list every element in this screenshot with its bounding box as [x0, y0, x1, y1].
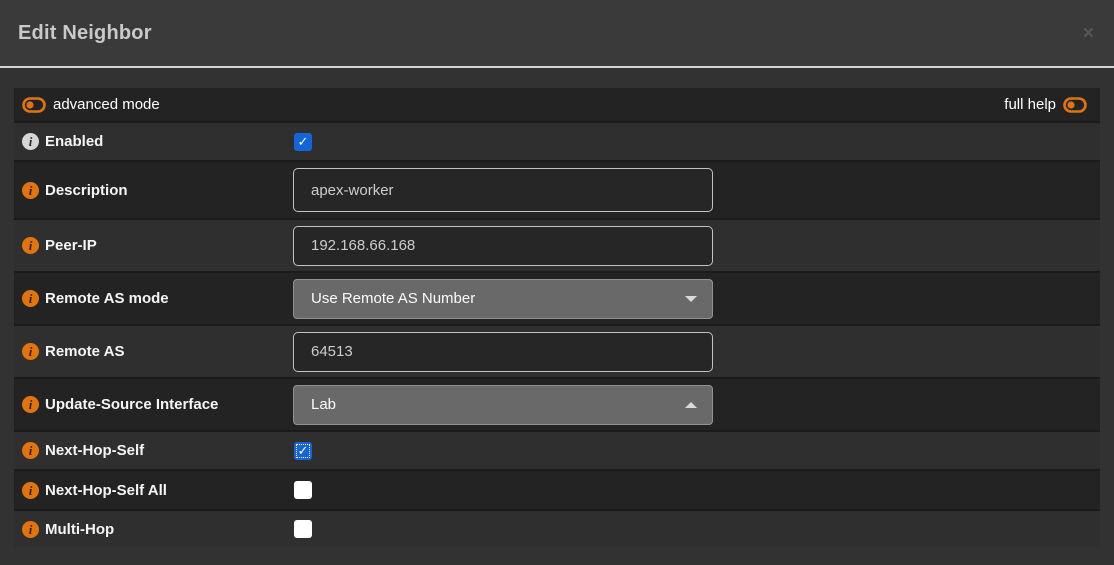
info-icon[interactable]: i	[22, 442, 39, 459]
info-icon[interactable]: i	[22, 343, 39, 360]
field-label-next-hop-self: Next-Hop-Self	[45, 442, 144, 459]
next-hop-self-all-checkbox[interactable]	[294, 481, 312, 499]
info-icon[interactable]: i	[22, 521, 39, 538]
form-row-peer-ip: i Peer-IP	[14, 220, 1100, 273]
field-label-description: Description	[45, 182, 128, 199]
page-title: Edit Neighbor	[18, 22, 152, 45]
info-icon[interactable]: i	[22, 237, 39, 254]
field-label-remote-as-mode: Remote AS mode	[45, 290, 169, 307]
info-icon[interactable]: i	[22, 482, 39, 499]
field-label-peer-ip: Peer-IP	[45, 237, 97, 254]
close-icon[interactable]: ×	[1083, 24, 1094, 43]
form-row-next-hop-self: i Next-Hop-Self ✓	[14, 432, 1100, 471]
advanced-mode-label: advanced mode	[53, 96, 160, 113]
description-input[interactable]	[293, 168, 713, 212]
enabled-checkbox[interactable]: ✓	[294, 133, 312, 151]
next-hop-self-checkbox[interactable]: ✓	[294, 442, 312, 460]
caret-up-icon	[685, 402, 697, 408]
form-row-remote-as: i Remote AS	[14, 326, 1100, 379]
multi-hop-checkbox[interactable]	[294, 520, 312, 538]
field-label-multi-hop: Multi-Hop	[45, 521, 114, 538]
update-source-interface-select[interactable]: Lab	[293, 385, 713, 425]
full-help-toggle-icon[interactable]	[1063, 97, 1087, 113]
caret-down-icon	[685, 296, 697, 302]
remote-as-mode-select[interactable]: Use Remote AS Number	[293, 279, 713, 319]
modal-header: Edit Neighbor ×	[0, 0, 1114, 68]
field-label-remote-as: Remote AS	[45, 343, 124, 360]
info-icon[interactable]: i	[22, 290, 39, 307]
field-label-enabled: Enabled	[45, 133, 103, 150]
field-label-update-source-interface: Update-Source Interface	[45, 396, 218, 413]
remote-as-mode-selected-value: Use Remote AS Number	[311, 290, 685, 307]
form-row-enabled: i Enabled ✓	[14, 123, 1100, 162]
form-row-remote-as-mode: i Remote AS mode Use Remote AS Number	[14, 273, 1100, 326]
form-row-next-hop-self-all: i Next-Hop-Self All	[14, 471, 1100, 511]
update-source-interface-selected-value: Lab	[311, 396, 685, 413]
advanced-mode-toggle-icon[interactable]	[22, 97, 46, 113]
info-icon[interactable]: i	[22, 133, 39, 150]
form-row-description: i Description	[14, 162, 1100, 220]
form-toolbar-row: advanced mode full help	[14, 88, 1100, 123]
full-help-label: full help	[1004, 96, 1056, 113]
form-row-update-source-interface: i Update-Source Interface Lab	[14, 379, 1100, 432]
info-icon[interactable]: i	[22, 396, 39, 413]
info-icon[interactable]: i	[22, 182, 39, 199]
peer-ip-input[interactable]	[293, 226, 713, 266]
neighbor-form: advanced mode full help i Enabled ✓ i De…	[14, 88, 1100, 547]
field-label-next-hop-self-all: Next-Hop-Self All	[45, 482, 167, 499]
form-row-multi-hop: i Multi-Hop	[14, 511, 1100, 547]
remote-as-input[interactable]	[293, 332, 713, 372]
